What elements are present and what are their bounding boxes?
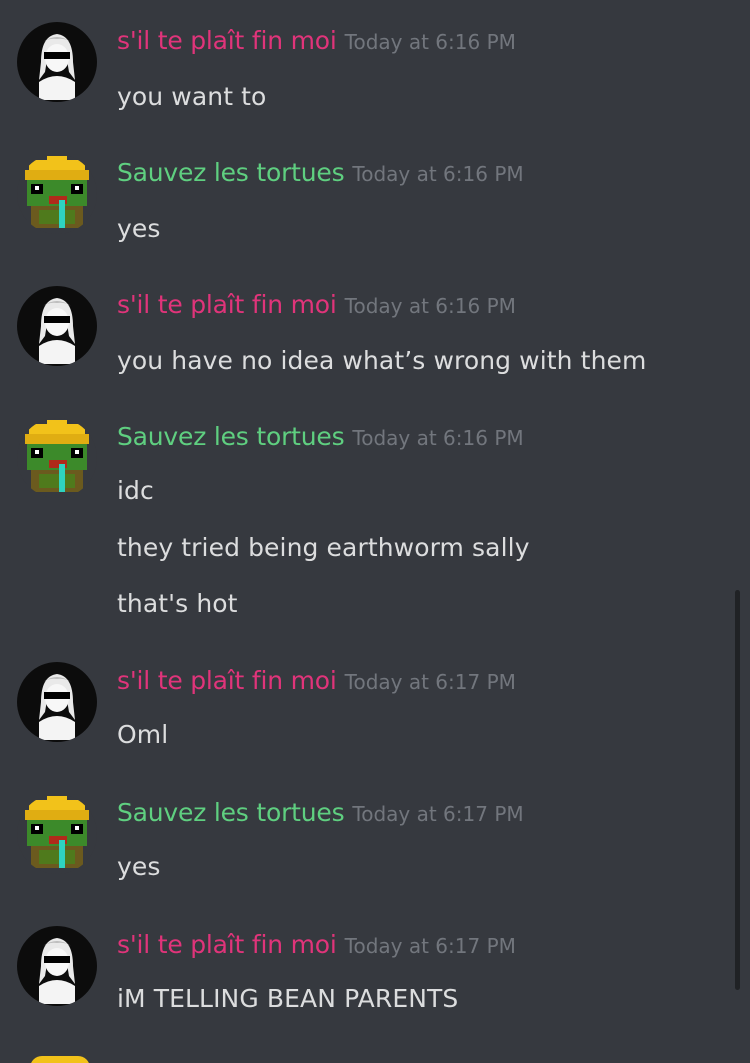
username[interactable]: s'il te plaît fin moi [117, 930, 337, 959]
scrollbar-thumb[interactable] [735, 590, 740, 990]
timestamp: Today at 6:17 PM [344, 934, 516, 958]
pixel-turtle-avatar[interactable] [17, 794, 97, 874]
anime-girl-avatar[interactable]: M [17, 286, 97, 366]
chat-messages[interactable]: M s'il te plaît fin moi Today at 6:16 PM … [0, 0, 750, 1063]
username[interactable]: s'il te plaît fin moi [117, 290, 337, 319]
message-text: yes [117, 214, 161, 243]
message-text: idc [117, 476, 154, 505]
message-header: Sauvez les tortues Today at 6:16 PM [117, 158, 524, 187]
message-header: s'il te plaît fin moi Today at 6:17 PM [117, 930, 516, 959]
timestamp: Today at 6:17 PM [344, 670, 516, 694]
message-text: that's hot [117, 589, 238, 618]
message-header: Sauvez les tortues Today at 6:16 PM [117, 422, 524, 451]
message-group: M s'il te plaît fin moi Today at 6:17 PM … [0, 926, 720, 1026]
pixel-turtle-avatar[interactable] [17, 154, 97, 234]
username[interactable]: s'il te plaît fin moi [117, 666, 337, 695]
timestamp: Today at 6:16 PM [344, 294, 516, 318]
svg-text:M: M [20, 667, 27, 676]
message-group: M s'il te plaît fin moi Today at 6:16 PM … [0, 22, 720, 122]
timestamp: Today at 6:16 PM [352, 426, 524, 450]
message-text: you have no idea what’s wrong with them [117, 346, 647, 375]
timestamp: Today at 6:16 PM [352, 162, 524, 186]
message-text: they tried being earthworm sally [117, 533, 530, 562]
message-header: s'il te plaît fin moi Today at 6:16 PM [117, 26, 516, 55]
anime-girl-avatar[interactable]: M [17, 926, 97, 1006]
message-text: iM TELLING BEAN PARENTS [117, 984, 459, 1013]
username[interactable]: s'il te plaît fin moi [117, 26, 337, 55]
message-header: s'il te plaît fin moi Today at 6:17 PM [117, 666, 516, 695]
message-group: M s'il te plaît fin moi Today at 6:17 PM … [0, 662, 720, 762]
timestamp: Today at 6:16 PM [344, 30, 516, 54]
message-group: Sauvez les tortues Today at 6:17 PM yes [0, 794, 720, 894]
anime-girl-avatar[interactable]: M [17, 662, 97, 742]
message-text: Oml [117, 720, 169, 749]
username[interactable]: Sauvez les tortues [117, 798, 345, 827]
message-text: yes [117, 852, 161, 881]
username[interactable]: Sauvez les tortues [117, 422, 345, 451]
svg-text:M: M [20, 931, 27, 940]
next-avatar-peek [30, 1056, 90, 1063]
username[interactable]: Sauvez les tortues [117, 158, 345, 187]
pixel-turtle-avatar[interactable] [17, 418, 97, 498]
timestamp: Today at 6:17 PM [352, 802, 524, 826]
message-group: Sauvez les tortues Today at 6:16 PM yes [0, 154, 720, 254]
message-header: s'il te plaît fin moi Today at 6:16 PM [117, 290, 516, 319]
svg-text:M: M [20, 27, 27, 36]
message-header: Sauvez les tortues Today at 6:17 PM [117, 798, 524, 827]
message-group: Sauvez les tortues Today at 6:16 PM idc t… [0, 418, 720, 628]
svg-text:M: M [20, 291, 27, 300]
message-group: M s'il te plaît fin moi Today at 6:16 PM … [0, 286, 720, 386]
message-text: you want to [117, 82, 267, 111]
anime-girl-avatar[interactable]: M [17, 22, 97, 102]
